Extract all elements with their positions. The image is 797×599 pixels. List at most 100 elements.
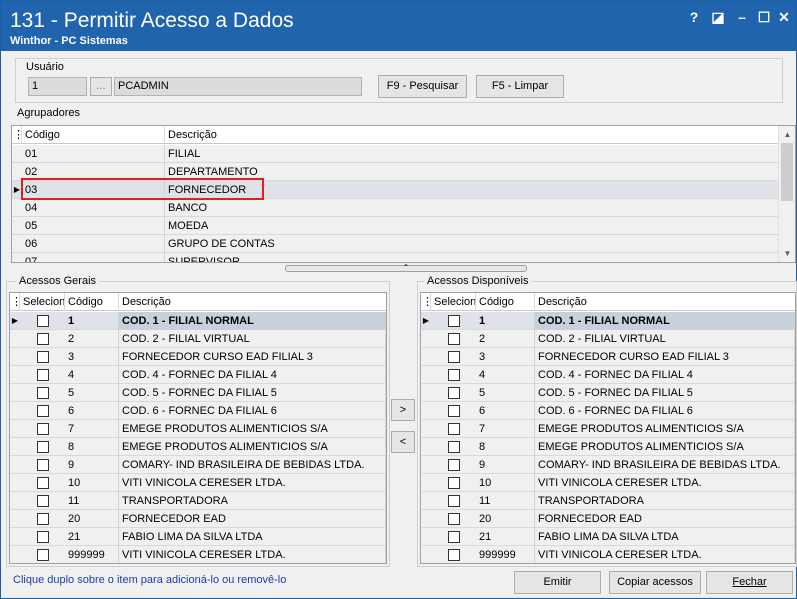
disponiveis-row[interactable]: 4 COD. 4 - FORNEC DA FILIAL 4 (421, 366, 795, 384)
disponiveis-row[interactable]: 3 FORNECEDOR CURSO EAD FILIAL 3 (421, 348, 795, 366)
f9-search-button[interactable]: F9 - Pesquisar (378, 75, 467, 98)
gerais-row[interactable]: 10 VITI VINICOLA CERESER LTDA. (10, 474, 386, 492)
agrupador-row[interactable]: 01 FILIAL (12, 145, 779, 163)
disponiveis-row[interactable]: 8 EMEGE PRODUTOS ALIMENTICIOS S/A (421, 438, 795, 456)
app-window: 131 - Permitir Acesso a Dados Winthor - … (0, 0, 797, 599)
disponiveis-select-checkbox[interactable] (448, 333, 460, 345)
disp-col-select[interactable]: Selecionar (431, 293, 476, 311)
gerais-select-checkbox[interactable] (37, 459, 49, 471)
disponiveis-row[interactable]: 5 COD. 5 - FORNEC DA FILIAL 5 (421, 384, 795, 402)
disponiveis-row[interactable]: 21 FABIO LIMA DA SILVA LTDA (421, 528, 795, 546)
column-menu-icon[interactable]: ⋮ (12, 126, 22, 144)
gerais-select-checkbox[interactable] (37, 333, 49, 345)
gerais-select-checkbox[interactable] (37, 549, 49, 561)
f5-clear-button[interactable]: F5 - Limpar (476, 75, 564, 98)
gerais-select-checkbox[interactable] (37, 423, 49, 435)
disponiveis-select-checkbox[interactable] (448, 459, 460, 471)
disponiveis-select-checkbox[interactable] (448, 495, 460, 507)
gerais-row[interactable]: 6 COD. 6 - FORNEC DA FILIAL 6 (10, 402, 386, 420)
disponiveis-code: 10 (476, 474, 535, 492)
disponiveis-row[interactable]: 7 EMEGE PRODUTOS ALIMENTICIOS S/A (421, 420, 795, 438)
fechar-button[interactable]: Fechar (706, 571, 793, 594)
gerais-row[interactable]: 3 FORNECEDOR CURSO EAD FILIAL 3 (10, 348, 386, 366)
copiar-acessos-button[interactable]: Copiar acessos (609, 571, 701, 594)
agrupador-row[interactable]: 04 BANCO (12, 199, 779, 217)
gerais-row[interactable]: 999999 VITI VINICOLA CERESER LTDA. (10, 546, 386, 563)
disponiveis-select-checkbox[interactable] (448, 423, 460, 435)
ger-col-desc[interactable]: Descrição (119, 293, 386, 311)
agr-col-desc[interactable]: Descrição (165, 126, 780, 144)
gerais-row[interactable]: 7 EMEGE PRODUTOS ALIMENTICIOS S/A (10, 420, 386, 438)
disponiveis-row[interactable]: 20 FORNECEDOR EAD (421, 510, 795, 528)
agrupador-row[interactable]: 05 MOEDA (12, 217, 779, 235)
usuario-name-input[interactable]: PCADMIN (114, 77, 362, 96)
minimize-icon[interactable]: – (732, 7, 752, 27)
disponiveis-select-checkbox[interactable] (448, 513, 460, 525)
disponiveis-select-checkbox[interactable] (448, 441, 460, 453)
disponiveis-select-checkbox[interactable] (448, 477, 460, 489)
scroll-up-icon[interactable]: ▲ (779, 126, 795, 143)
gerais-select-checkbox[interactable] (37, 495, 49, 507)
gerais-desc: COD. 6 - FORNEC DA FILIAL 6 (119, 402, 386, 420)
column-menu-icon[interactable]: ⋮ (10, 293, 20, 311)
disponiveis-select-checkbox[interactable] (448, 387, 460, 399)
emitir-button[interactable]: Emitir (514, 571, 601, 594)
disp-col-code[interactable]: Código (476, 293, 535, 311)
restore-layout-icon[interactable]: ◪ (708, 7, 728, 27)
ger-col-code[interactable]: Código (65, 293, 119, 311)
remove-access-button[interactable]: < (391, 431, 415, 453)
gerais-row[interactable]: 20 FORNECEDOR EAD (10, 510, 386, 528)
gerais-row[interactable]: 4 COD. 4 - FORNEC DA FILIAL 4 (10, 366, 386, 384)
gerais-select-checkbox[interactable] (37, 315, 49, 327)
agr-col-code[interactable]: Código (22, 126, 165, 144)
close-icon[interactable]: ✕ (774, 7, 794, 27)
disponiveis-row[interactable]: 2 COD. 2 - FILIAL VIRTUAL (421, 330, 795, 348)
gerais-row[interactable]: 8 EMEGE PRODUTOS ALIMENTICIOS S/A (10, 438, 386, 456)
acessos-gerais-grid[interactable]: ⋮ Selecionar Código Descrição ▶ 1COD. 1 -… (9, 292, 387, 564)
gerais-select-checkbox[interactable] (37, 351, 49, 363)
agrupadores-scrollbar[interactable]: ▲ ▼ (778, 126, 795, 262)
gerais-row[interactable]: 21 FABIO LIMA DA SILVA LTDA (10, 528, 386, 546)
maximize-icon[interactable]: ☐ (754, 7, 774, 27)
gerais-select-checkbox[interactable] (37, 531, 49, 543)
disponiveis-select-checkbox[interactable] (448, 315, 460, 327)
gerais-row[interactable]: 2 COD. 2 - FILIAL VIRTUAL (10, 330, 386, 348)
agrupador-row[interactable]: 07 SUPERVISOR (12, 253, 779, 262)
agrupador-row[interactable]: 06 GRUPO DE CONTAS (12, 235, 779, 253)
usuario-code-input[interactable]: 1 (28, 77, 87, 96)
ger-col-select[interactable]: Selecionar (20, 293, 65, 311)
window-title: 131 - Permitir Acesso a Dados (10, 9, 294, 32)
gerais-select-checkbox[interactable] (37, 405, 49, 417)
disponiveis-desc: COD. 2 - FILIAL VIRTUAL (535, 330, 795, 348)
scroll-thumb[interactable] (781, 143, 793, 201)
column-menu-icon[interactable]: ⋮ (421, 293, 431, 311)
gerais-row[interactable]: 5 COD. 5 - FORNEC DA FILIAL 5 (10, 384, 386, 402)
gerais-select-checkbox[interactable] (37, 441, 49, 453)
disponiveis-select-checkbox[interactable] (448, 369, 460, 381)
gerais-row[interactable]: 9 COMARY- IND BRASILEIRA DE BEBIDAS LTDA. (10, 456, 386, 474)
gerais-code: 6 (65, 402, 119, 420)
disponiveis-select-checkbox[interactable] (448, 405, 460, 417)
acessos-disponiveis-grid[interactable]: ⋮ Selecionar Código Descrição ▶ 1COD. 1 -… (420, 292, 796, 564)
help-icon[interactable]: ? (684, 7, 704, 27)
disponiveis-select-checkbox[interactable] (448, 531, 460, 543)
disponiveis-row[interactable]: 999999 VITI VINICOLA CERESER LTDA. (421, 546, 795, 563)
disponiveis-row[interactable]: 9 COMARY- IND BRASILEIRA DE BEBIDAS LTDA. (421, 456, 795, 474)
disponiveis-row[interactable]: 6 COD. 6 - FORNEC DA FILIAL 6 (421, 402, 795, 420)
gerais-select-checkbox[interactable] (37, 387, 49, 399)
disponiveis-select-checkbox[interactable] (448, 351, 460, 363)
gerais-select-checkbox[interactable] (37, 477, 49, 489)
splitter-collapse-icon[interactable]: ⌃ (285, 264, 527, 272)
usuario-lookup-button[interactable]: ... (90, 77, 112, 96)
add-access-button[interactable]: > (391, 399, 415, 421)
gerais-select-checkbox[interactable] (37, 369, 49, 381)
scroll-down-icon[interactable]: ▼ (779, 245, 795, 262)
disponiveis-row[interactable]: ▶ 1 COD. 1 - FILIAL NORMAL (421, 312, 795, 330)
gerais-select-checkbox[interactable] (37, 513, 49, 525)
disponiveis-select-checkbox[interactable] (448, 549, 460, 561)
disponiveis-row[interactable]: 11 TRANSPORTADORA (421, 492, 795, 510)
disponiveis-row[interactable]: 10 VITI VINICOLA CERESER LTDA. (421, 474, 795, 492)
gerais-row[interactable]: 11 TRANSPORTADORA (10, 492, 386, 510)
gerais-row[interactable]: ▶ 1 COD. 1 - FILIAL NORMAL (10, 312, 386, 330)
disp-col-desc[interactable]: Descrição (535, 293, 795, 311)
